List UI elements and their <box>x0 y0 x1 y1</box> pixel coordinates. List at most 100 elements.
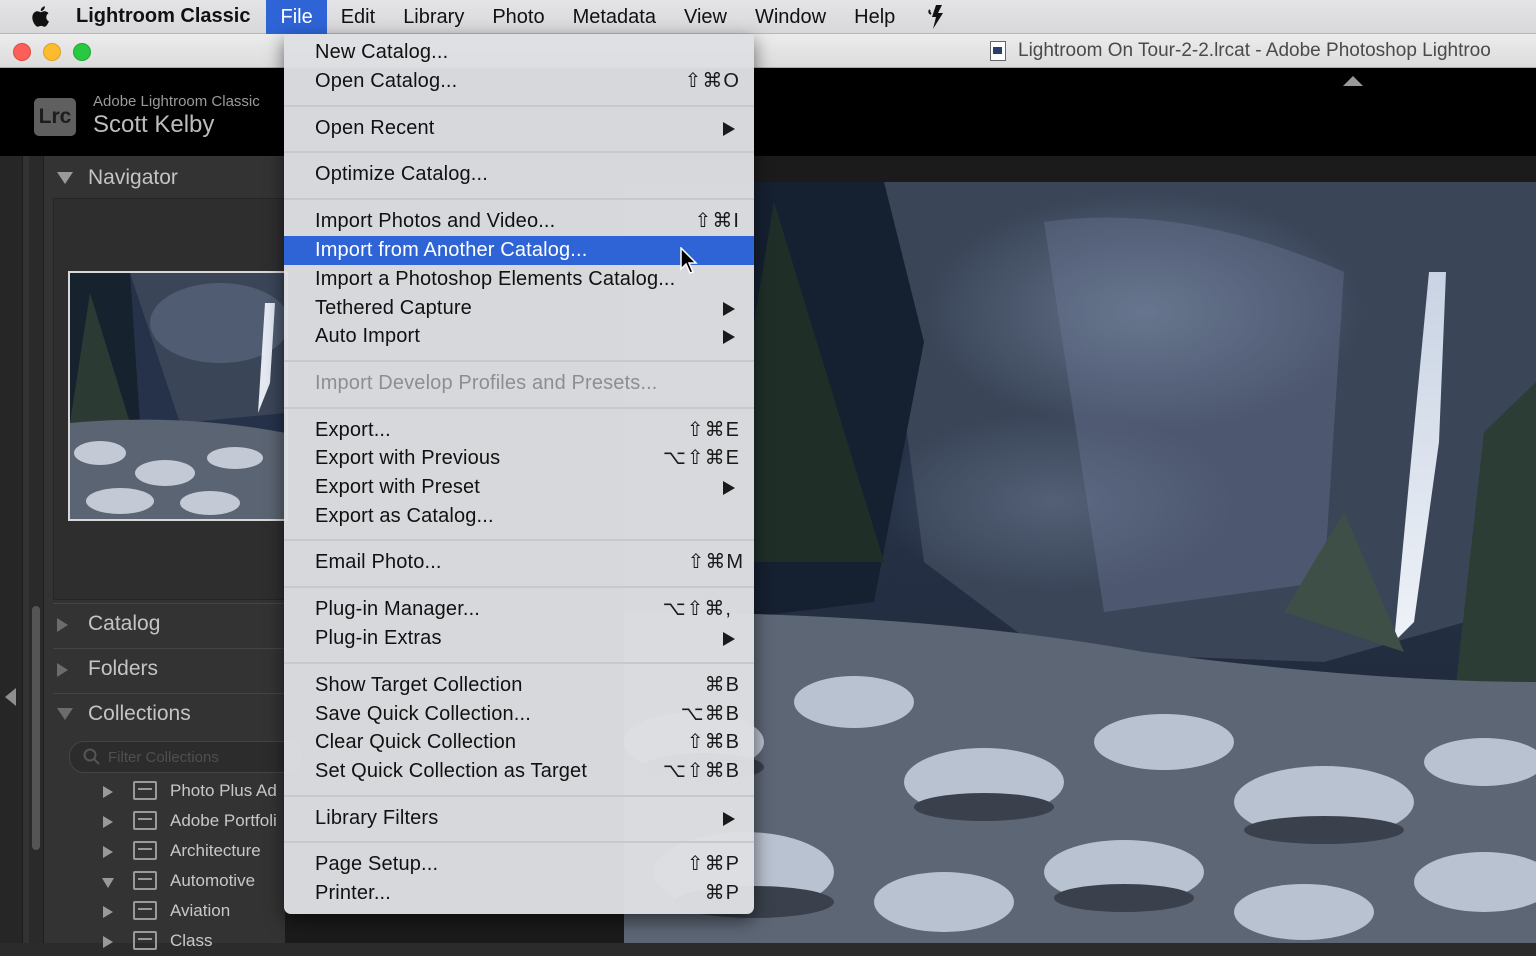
filter-collections-field[interactable] <box>69 741 301 773</box>
menu-item-new-catalog[interactable]: New Catalog... <box>284 38 754 67</box>
menu-window[interactable]: Window <box>741 0 840 34</box>
menu-item-import-develop-profiles: Import Develop Profiles and Presets... <box>284 369 754 398</box>
hide-top-panel-arrow-icon[interactable] <box>1343 76 1363 86</box>
menu-separator <box>284 795 754 797</box>
collection-set-row[interactable]: Class <box>103 928 293 956</box>
app-name-menu[interactable]: Lightroom Classic <box>76 5 250 28</box>
menu-item-open-catalog[interactable]: Open Catalog... ⇧⌘O <box>284 67 754 96</box>
zoom-window-button[interactable] <box>73 43 91 61</box>
collection-set-row[interactable]: Architecture <box>103 838 293 866</box>
menu-item-clear-quick-collection[interactable]: Clear Quick Collection ⇧⌘B <box>284 728 754 757</box>
menu-item-printer[interactable]: Printer... ⌘P <box>284 879 754 908</box>
menu-item-set-quick-collection-target[interactable]: Set Quick Collection as Target ⌥⇧⌘B <box>284 757 754 786</box>
menu-file[interactable]: File <box>266 0 327 34</box>
menu-item-export-as-catalog[interactable]: Export as Catalog... <box>284 502 754 531</box>
identity-app-name: Adobe Lightroom Classic <box>93 93 260 110</box>
menu-item-page-setup[interactable]: Page Setup... ⇧⌘P <box>284 850 754 879</box>
menu-item-export-with-previous[interactable]: Export with Previous ⌥⇧⌘E <box>284 444 754 473</box>
disclosure-triangle-icon[interactable] <box>103 846 113 858</box>
main-photo-loupe[interactable] <box>624 182 1536 943</box>
menu-separator <box>284 198 754 200</box>
navigator-thumbnail[interactable] <box>68 271 288 521</box>
menu-item-label: Export with Preset <box>315 476 480 498</box>
collection-set-row[interactable]: Aviation <box>103 898 293 926</box>
collection-set-label: Aviation <box>170 901 231 920</box>
left-panel-scroll-thumb[interactable] <box>32 606 40 850</box>
menu-item-label: Set Quick Collection as Target <box>315 760 588 782</box>
menu-item-shortcut: ⇧⌘B <box>686 731 740 753</box>
submenu-arrow-icon <box>723 302 735 316</box>
menu-separator <box>284 360 754 362</box>
menu-view[interactable]: View <box>670 0 741 34</box>
disclosure-triangle-icon[interactable] <box>103 906 113 918</box>
menu-item-show-target-collection[interactable]: Show Target Collection ⌘B <box>284 671 754 700</box>
menu-item-label: Show Target Collection <box>315 674 523 696</box>
menu-metadata[interactable]: Metadata <box>559 0 670 34</box>
collection-set-icon <box>133 811 157 830</box>
collapsed-triangle-icon <box>57 618 68 632</box>
menu-item-save-quick-collection[interactable]: Save Quick Collection... ⌥⌘B <box>284 700 754 729</box>
menu-item-export[interactable]: Export... ⇧⌘E <box>284 416 754 445</box>
menu-item-shortcut: ⌥⇧⌘B <box>662 760 740 782</box>
disclosure-triangle-icon[interactable] <box>103 786 113 798</box>
menu-item-library-filters[interactable]: Library Filters <box>284 804 754 833</box>
menu-item-shortcut: ⇧⌘I <box>694 210 740 232</box>
collection-set-icon <box>133 841 157 860</box>
menu-item-shortcut: ⌘B <box>704 674 740 696</box>
disclosure-triangle-icon[interactable] <box>103 936 113 948</box>
collection-set-icon <box>133 931 157 950</box>
collections-panel-header[interactable]: Collections <box>53 693 285 733</box>
menu-help[interactable]: Help <box>840 0 909 34</box>
menu-item-label: Auto Import <box>315 325 421 347</box>
script-icon[interactable] <box>927 4 949 30</box>
collapse-left-panel-arrow-icon[interactable] <box>5 688 16 706</box>
menu-separator <box>284 151 754 153</box>
menu-edit[interactable]: Edit <box>327 0 389 34</box>
identity-user-name: Scott Kelby <box>93 111 215 138</box>
disclosure-triangle-icon[interactable] <box>103 816 113 828</box>
collection-set-row[interactable]: Photo Plus Ad <box>103 778 293 806</box>
collection-set-row[interactable]: Adobe Portfoli <box>103 808 293 836</box>
menu-item-tethered-capture[interactable]: Tethered Capture <box>284 294 754 323</box>
folders-panel-header[interactable]: Folders <box>53 648 285 688</box>
filter-collections-input[interactable] <box>106 745 295 769</box>
menu-item-open-recent[interactable]: Open Recent <box>284 114 754 143</box>
navigator-panel-header[interactable]: Navigator <box>53 158 285 198</box>
expand-triangle-icon <box>57 172 73 184</box>
close-window-button[interactable] <box>13 43 31 61</box>
menu-item-label: Import a Photoshop Elements Catalog... <box>315 268 676 290</box>
menu-item-email-photo[interactable]: Email Photo... ⇧⌘M <box>284 548 754 577</box>
menu-item-label: Export with Previous <box>315 447 501 469</box>
menu-item-export-with-preset[interactable]: Export with Preset <box>284 473 754 502</box>
menu-item-optimize-catalog[interactable]: Optimize Catalog... <box>284 160 754 189</box>
file-menu-dropdown: New Catalog... Open Catalog... ⇧⌘O Open … <box>284 34 754 914</box>
menu-item-label: New Catalog... <box>315 41 449 63</box>
submenu-arrow-icon <box>723 122 735 136</box>
menu-item-label: Open Catalog... <box>315 70 458 92</box>
menu-item-label: Plug-in Manager... <box>315 598 481 620</box>
menu-separator <box>284 105 754 107</box>
collection-set-icon <box>133 871 157 890</box>
left-panel-toggle-strip[interactable] <box>0 156 22 943</box>
menu-photo[interactable]: Photo <box>478 0 558 34</box>
catalog-label: Catalog <box>88 612 161 635</box>
menu-item-import-photos[interactable]: Import Photos and Video... ⇧⌘I <box>284 207 754 236</box>
window-titlebar: Lightroom On Tour-2-2.lrcat - Adobe Phot… <box>0 34 1536 68</box>
menu-item-plugin-extras[interactable]: Plug-in Extras <box>284 624 754 653</box>
disclosure-triangle-icon[interactable] <box>102 878 114 888</box>
minimize-window-button[interactable] <box>43 43 61 61</box>
submenu-arrow-icon <box>723 812 735 826</box>
folders-label: Folders <box>88 657 159 680</box>
menu-item-plugin-manager[interactable]: Plug-in Manager... ⌥⇧⌘, <box>284 595 754 624</box>
menu-item-label: Tethered Capture <box>315 297 472 319</box>
apple-icon[interactable] <box>30 5 50 28</box>
navigator-preview[interactable] <box>53 198 288 600</box>
collection-set-row[interactable]: Automotive <box>102 868 293 896</box>
menu-item-auto-import[interactable]: Auto Import <box>284 322 754 351</box>
menu-library[interactable]: Library <box>389 0 478 34</box>
navigator-label: Navigator <box>88 166 178 189</box>
menu-item-shortcut: ⇧⌘P <box>686 853 740 875</box>
menu-item-label: Import Photos and Video... <box>315 210 556 232</box>
catalog-panel-header[interactable]: Catalog <box>53 603 285 643</box>
collapsed-triangle-icon <box>57 663 68 677</box>
